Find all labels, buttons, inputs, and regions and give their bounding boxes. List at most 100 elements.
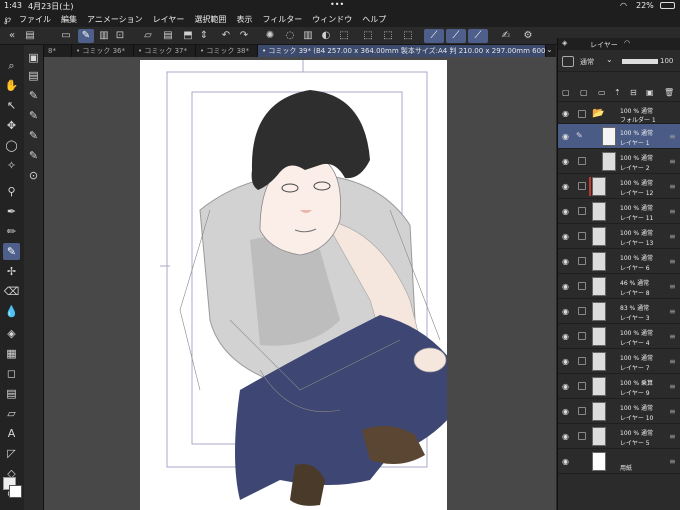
- figure-tool-icon[interactable]: ◻: [3, 365, 20, 382]
- visibility-eye-icon[interactable]: ◉: [562, 109, 571, 118]
- magic-wand-icon[interactable]: ✧: [3, 157, 20, 174]
- layer-lock-checkbox[interactable]: [578, 407, 586, 415]
- new-raster-layer-icon[interactable]: ▢: [562, 88, 570, 97]
- tab-comic-35[interactable]: 8*: [44, 45, 72, 57]
- layer-row-4[interactable]: ◉ 100 % 通常 レイヤー 4 ≡: [558, 324, 680, 349]
- lasso-tool-icon[interactable]: ◯: [3, 137, 20, 154]
- layer-lock-checkbox[interactable]: [578, 382, 586, 390]
- drag-handle-icon[interactable]: ≡: [669, 382, 676, 391]
- edit-page-icon[interactable]: ✎: [78, 29, 94, 43]
- visibility-eye-icon[interactable]: ◉: [562, 382, 571, 391]
- tab-comic-36[interactable]: • コミック 36*: [72, 45, 134, 57]
- export-icon[interactable]: ⊡: [112, 29, 128, 43]
- brush-preset-4-icon[interactable]: ✎: [26, 147, 41, 164]
- import-icon[interactable]: ▤: [160, 29, 176, 43]
- drag-handle-icon[interactable]: ≡: [669, 432, 676, 441]
- visibility-eye-icon[interactable]: ◉: [562, 132, 571, 141]
- subtool-list-icon[interactable]: ▤: [26, 67, 41, 84]
- brush-preset-5-icon[interactable]: ⊙: [26, 167, 41, 184]
- layer-row-9[interactable]: ◉ 100 % 乗算 レイヤー 9 ≡: [558, 374, 680, 399]
- visibility-eye-icon[interactable]: ◉: [562, 282, 571, 291]
- menu-selection[interactable]: 選択範囲: [194, 14, 226, 25]
- frame-tool-icon[interactable]: ▤: [3, 385, 20, 402]
- paper[interactable]: [140, 60, 470, 510]
- settings-icon[interactable]: ⚙: [520, 29, 536, 43]
- brush-tool-icon[interactable]: ✎: [3, 243, 20, 260]
- visibility-eye-icon[interactable]: ◉: [562, 457, 571, 466]
- blend-tool-icon[interactable]: 💧: [3, 303, 20, 320]
- invert-icon[interactable]: ⬚: [400, 29, 416, 43]
- drag-handle-icon[interactable]: ≡: [669, 357, 676, 366]
- loading-icon[interactable]: ✺: [262, 29, 278, 43]
- layer-lock-checkbox[interactable]: [578, 182, 586, 190]
- brush-preset-3-icon[interactable]: ✎: [26, 127, 41, 144]
- drag-handle-icon[interactable]: ≡: [669, 157, 676, 166]
- layer-row-6[interactable]: ◉ 100 % 通常 レイヤー 6 ≡: [558, 249, 680, 274]
- drag-handle-icon[interactable]: ≡: [669, 407, 676, 416]
- menu-file[interactable]: ファイル: [19, 14, 51, 25]
- drag-handle-icon[interactable]: ≡: [669, 307, 676, 316]
- ruler-curve-icon[interactable]: ⟋: [446, 29, 466, 43]
- layer-row-11[interactable]: ◉ 100 % 通常 レイヤー 11 ≡: [558, 199, 680, 224]
- multitask-dots[interactable]: •••: [330, 0, 344, 9]
- hand-tool-icon[interactable]: ✋: [3, 77, 20, 94]
- layer-lock-checkbox[interactable]: [578, 307, 586, 315]
- clear-outside-icon[interactable]: ▥: [300, 29, 316, 43]
- layer-lock-checkbox[interactable]: [578, 357, 586, 365]
- layer-lock-checkbox[interactable]: [578, 282, 586, 290]
- open-icon[interactable]: ▱: [140, 29, 156, 43]
- menu-edit[interactable]: 編集: [61, 14, 77, 25]
- layer-move-up-icon[interactable]: ⇡: [614, 88, 621, 97]
- layer-row-folder-1[interactable]: ◉ 📂 100 % 通常 フォルダー 1: [558, 104, 680, 124]
- visibility-eye-icon[interactable]: ◉: [562, 257, 571, 266]
- layer-lock-checkbox[interactable]: [578, 257, 586, 265]
- transform-icon[interactable]: ⬚: [336, 29, 352, 43]
- new-vector-layer-icon[interactable]: ▢: [580, 88, 588, 97]
- fill-tool-icon[interactable]: ◈: [3, 325, 20, 342]
- delete-layer-icon[interactable]: 🗑: [664, 88, 674, 97]
- layer-color-icon[interactable]: [562, 56, 574, 67]
- ruler-tool-icon[interactable]: ▱: [3, 405, 20, 422]
- menu-help[interactable]: ヘルプ: [362, 14, 386, 25]
- opacity-value[interactable]: 100: [660, 57, 673, 65]
- visibility-eye-icon[interactable]: ◉: [562, 357, 571, 366]
- visibility-eye-icon[interactable]: ◉: [562, 307, 571, 316]
- drag-handle-icon[interactable]: ≡: [669, 257, 676, 266]
- new-icon[interactable]: ▭: [58, 29, 74, 43]
- canvas-area[interactable]: [44, 57, 556, 510]
- layer-property-icon[interactable]: ◠: [624, 39, 630, 47]
- layer-lock-checkbox[interactable]: [578, 207, 586, 215]
- sub-color-swatch[interactable]: [9, 485, 22, 498]
- drag-handle-icon[interactable]: ≡: [669, 132, 676, 141]
- layer-row-5[interactable]: ◉ 100 % 通常 レイヤー 5 ≡: [558, 424, 680, 449]
- ruler-perspective-icon[interactable]: ⟋: [468, 29, 488, 43]
- fill-icon[interactable]: ◐: [318, 29, 334, 43]
- brush-preset-2-icon[interactable]: ✎: [26, 107, 41, 124]
- visibility-eye-icon[interactable]: ◉: [562, 157, 571, 166]
- move-tool-icon[interactable]: ✥: [3, 117, 20, 134]
- ruler-line-icon[interactable]: ⟋: [424, 29, 444, 43]
- menu-layer[interactable]: レイヤー: [153, 14, 185, 25]
- layer-row-8[interactable]: ◉ 46 % 通常 レイヤー 8 ≡: [558, 274, 680, 299]
- menu-view[interactable]: 表示: [236, 14, 252, 25]
- arrange-icon[interactable]: ⬒: [180, 29, 196, 43]
- decoration-tool-icon[interactable]: ✢: [3, 263, 20, 280]
- gradient-tool-icon[interactable]: ▦: [3, 345, 20, 362]
- drag-handle-icon[interactable]: ≡: [669, 282, 676, 291]
- drag-handle-icon[interactable]: ≡: [669, 232, 676, 241]
- tab-comic-39[interactable]: • コミック 39* (B4 257.00 x 364.00mm 製本サイズ:A…: [258, 45, 546, 57]
- clip-icon[interactable]: ⊟: [630, 88, 637, 97]
- text-tool-icon[interactable]: A: [3, 425, 20, 442]
- layer-row-12[interactable]: ◉ 100 % 通常 レイヤー 12 ≡: [558, 174, 680, 199]
- subtool-menu-icon[interactable]: ▣: [26, 49, 41, 66]
- redo-icon[interactable]: ↷: [236, 29, 252, 43]
- mask-icon[interactable]: ▣: [646, 88, 654, 97]
- visibility-eye-icon[interactable]: ◉: [562, 407, 571, 416]
- tabs-dropdown-icon[interactable]: ⌄: [546, 45, 553, 54]
- layer-row-paper[interactable]: ◉ 用紙 ≡: [558, 449, 680, 474]
- layer-row-7[interactable]: ◉ 100 % 通常 レイヤー 7 ≡: [558, 349, 680, 374]
- visibility-eye-icon[interactable]: ◉: [562, 207, 571, 216]
- layer-row-10[interactable]: ◉ 100 % 通常 レイヤー 10 ≡: [558, 399, 680, 424]
- layer-row-2[interactable]: ◉ 100 % 通常 レイヤー 2 ≡: [558, 149, 680, 174]
- operation-tool-icon[interactable]: ↖: [3, 97, 20, 114]
